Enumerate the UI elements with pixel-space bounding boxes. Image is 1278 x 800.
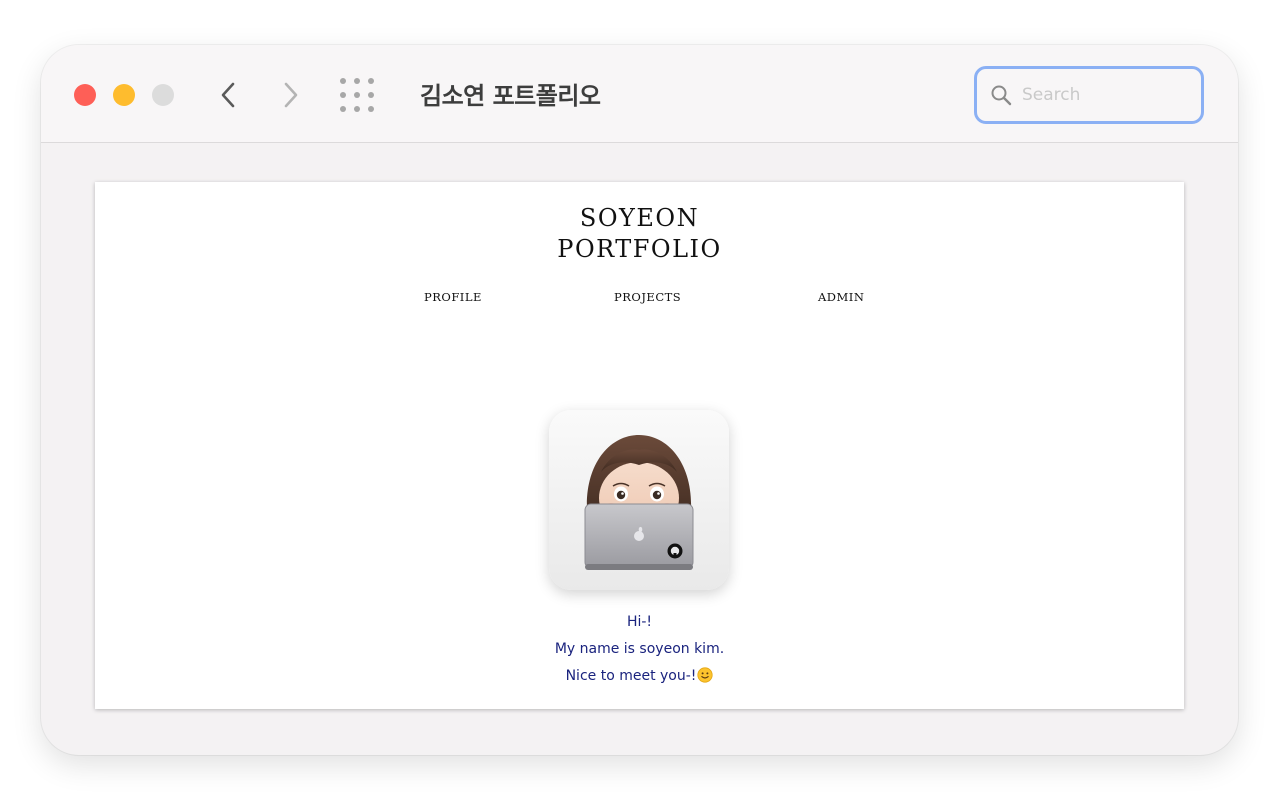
window-title: 김소연 포트폴리오 xyxy=(420,82,601,110)
web-page: SOYEON PORTFOLIO PROFILE PROJECTS ADMIN xyxy=(95,182,1184,709)
minimize-button[interactable] xyxy=(113,84,135,106)
forward-button[interactable] xyxy=(277,81,303,109)
forward-chevron-icon xyxy=(284,82,298,108)
back-button[interactable] xyxy=(216,81,242,109)
grid-icon[interactable] xyxy=(340,78,374,112)
logo-line-1: SOYEON xyxy=(579,204,700,232)
smiley-icon xyxy=(697,667,714,683)
site-logo[interactable]: SOYEON PORTFOLIO xyxy=(95,203,1184,265)
close-button[interactable] xyxy=(74,84,96,106)
logo-line-2: PORTFOLIO xyxy=(557,235,722,263)
intro-line-3-text: Nice to meet you-! xyxy=(565,668,697,684)
search-box[interactable] xyxy=(974,66,1204,124)
avatar xyxy=(549,410,729,590)
back-chevron-icon xyxy=(221,82,235,108)
search-input[interactable] xyxy=(1022,85,1182,105)
intro-line-2: My name is soyeon kim. xyxy=(554,641,725,657)
nav-link-projects[interactable]: PROJECTS xyxy=(614,290,681,304)
toolbar: 김소연 포트폴리오 xyxy=(41,45,1238,143)
nav-link-admin[interactable]: ADMIN xyxy=(818,290,864,304)
browser-window: 김소연 포트폴리오 SOYEON PORTFOLIO PROFILE PROJE… xyxy=(41,45,1238,755)
intro-line-1: Hi-! xyxy=(626,614,653,630)
nav-link-profile[interactable]: PROFILE xyxy=(424,290,482,304)
zoom-button[interactable] xyxy=(152,84,174,106)
intro-line-3: Nice to meet you-! xyxy=(95,667,1184,684)
search-icon xyxy=(991,85,1012,106)
memoji-with-laptop-icon xyxy=(584,435,694,570)
